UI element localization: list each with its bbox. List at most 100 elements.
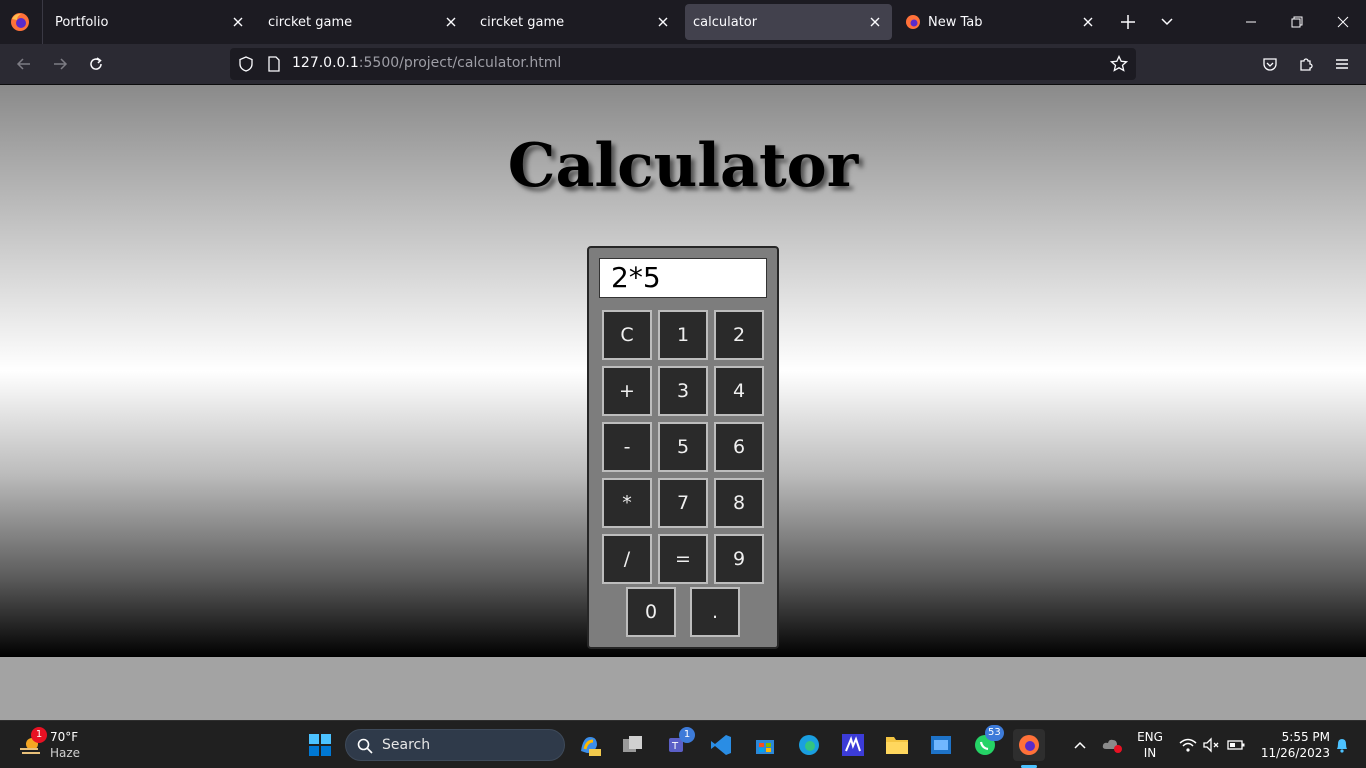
- url-text[interactable]: 127.0.0.1:5500/project/calculator.html: [292, 55, 561, 71]
- battery-icon: [1227, 740, 1245, 750]
- tab-title: Portfolio: [55, 14, 109, 30]
- close-tab-icon[interactable]: [654, 13, 672, 31]
- whatsapp-badge: 53: [985, 725, 1004, 741]
- windows-logo-icon: [309, 734, 331, 756]
- language-indicator[interactable]: ENG IN: [1134, 729, 1166, 761]
- key-decimal[interactable]: .: [690, 587, 740, 637]
- tab-portfolio[interactable]: Portfolio: [43, 4, 255, 40]
- close-tab-icon[interactable]: [442, 13, 460, 31]
- taskbar-search[interactable]: Search: [345, 729, 565, 761]
- clock[interactable]: 5:55 PM 11/26/2023: [1256, 729, 1330, 761]
- whatsapp-button[interactable]: 53: [969, 725, 1004, 761]
- search-label: Search: [382, 737, 431, 753]
- shield-icon[interactable]: [238, 56, 254, 72]
- calculator-display[interactable]: 2*5: [599, 258, 767, 298]
- key-equals[interactable]: =: [658, 534, 708, 584]
- key-6[interactable]: 6: [714, 422, 764, 472]
- pocket-button[interactable]: [1256, 50, 1284, 78]
- app-button[interactable]: [837, 729, 869, 761]
- file-explorer-button[interactable]: [881, 729, 913, 761]
- key-8[interactable]: 8: [714, 478, 764, 528]
- minimize-button[interactable]: [1236, 7, 1266, 37]
- tab-calculator[interactable]: calculator: [685, 4, 892, 40]
- close-tab-icon[interactable]: [1079, 13, 1097, 31]
- edge-button[interactable]: [793, 729, 825, 761]
- search-icon: [357, 738, 373, 754]
- reload-button[interactable]: [82, 50, 110, 78]
- tab-circket-game-1[interactable]: circket game: [256, 4, 468, 40]
- back-button[interactable]: [10, 50, 38, 78]
- key-1[interactable]: 1: [658, 310, 708, 360]
- key-0[interactable]: 0: [626, 587, 676, 637]
- page-title: Calculator: [507, 131, 859, 201]
- tab-new-tab[interactable]: New Tab: [893, 4, 1105, 40]
- vscode-button[interactable]: [705, 729, 737, 761]
- svg-text:T: T: [671, 741, 679, 752]
- close-tab-icon[interactable]: [866, 13, 884, 31]
- bell-icon: [1337, 739, 1347, 753]
- pocket-icon: [1263, 58, 1277, 71]
- app-icon: [842, 734, 864, 756]
- weather-temp: 70°F: [50, 730, 79, 744]
- task-view-button[interactable]: [617, 729, 649, 761]
- weather-widget[interactable]: 1 70°F Haze: [14, 727, 94, 763]
- page-background-lower: [0, 657, 1366, 720]
- chevron-down-icon: [1161, 18, 1173, 26]
- key-2[interactable]: 2: [714, 310, 764, 360]
- onedrive-button[interactable]: [1096, 729, 1128, 761]
- key-3[interactable]: 3: [658, 366, 708, 416]
- list-all-tabs-button[interactable]: [1152, 7, 1182, 37]
- key-plus[interactable]: +: [602, 366, 652, 416]
- app-button-2[interactable]: [925, 729, 957, 761]
- key-divide[interactable]: /: [602, 534, 652, 584]
- close-window-button[interactable]: [1328, 7, 1358, 37]
- cloud-icon: [1102, 739, 1122, 753]
- copilot-button[interactable]: [573, 729, 605, 761]
- key-7[interactable]: 7: [658, 478, 708, 528]
- windows-taskbar: 1 70°F Haze Search T 1 53 ENG IN 5:55 PM…: [0, 720, 1366, 768]
- page-info-icon[interactable]: [267, 56, 281, 72]
- star-bookmark-icon[interactable]: [1110, 55, 1128, 73]
- teams-badge: 1: [679, 727, 695, 743]
- reload-icon: [90, 57, 102, 70]
- weather-desc: Haze: [50, 746, 81, 760]
- firefox-taskbar-button[interactable]: [1013, 729, 1045, 761]
- key-4[interactable]: 4: [714, 366, 764, 416]
- page-content: Calculator 2*5 C 1 2 + 3 4 - 5 6 * 7 8 /…: [0, 85, 1366, 657]
- teams-button[interactable]: T 1: [661, 727, 695, 761]
- new-tab-button[interactable]: [1113, 7, 1143, 37]
- app-menu-button[interactable]: [1328, 50, 1356, 78]
- key-9[interactable]: 9: [714, 534, 764, 584]
- close-tab-icon[interactable]: [229, 13, 247, 31]
- vscode-icon: [711, 735, 731, 755]
- battery-button[interactable]: [1220, 729, 1252, 761]
- key-multiply[interactable]: *: [602, 478, 652, 528]
- firefox-menu-icon[interactable]: [9, 11, 31, 33]
- navigation-toolbar: 127.0.0.1:5500/project/calculator.html: [0, 44, 1366, 85]
- url-bar[interactable]: 127.0.0.1:5500/project/calculator.html: [230, 48, 1136, 80]
- weather-badge: 1: [31, 727, 47, 743]
- microsoft-store-button[interactable]: [749, 729, 781, 761]
- tab-title: New Tab: [928, 14, 983, 30]
- minimize-icon: [1246, 21, 1256, 23]
- tab-title: circket game: [480, 14, 565, 30]
- tab-circket-game-2[interactable]: circket game: [468, 4, 680, 40]
- forward-button[interactable]: [46, 50, 74, 78]
- region-code: IN: [1143, 746, 1157, 760]
- extensions-button[interactable]: [1292, 50, 1320, 78]
- tab-title: calculator: [693, 14, 758, 30]
- chevron-up-icon: [1074, 741, 1086, 749]
- firefox-icon: [1019, 735, 1039, 755]
- key-minus[interactable]: -: [602, 422, 652, 472]
- start-button[interactable]: [304, 729, 336, 761]
- tab-bar: Portfolio circket game circket game calc…: [0, 0, 1366, 44]
- firefox-favicon-icon: [906, 15, 920, 29]
- url-path: :5500/project/calculator.html: [358, 55, 562, 71]
- folder-icon: [886, 737, 908, 754]
- notifications-button[interactable]: [1326, 729, 1358, 761]
- restore-button[interactable]: [1282, 7, 1312, 37]
- key-clear[interactable]: C: [602, 310, 652, 360]
- key-5[interactable]: 5: [658, 422, 708, 472]
- show-hidden-icons-button[interactable]: [1064, 729, 1096, 761]
- clock-time: 5:55 PM: [1281, 730, 1330, 744]
